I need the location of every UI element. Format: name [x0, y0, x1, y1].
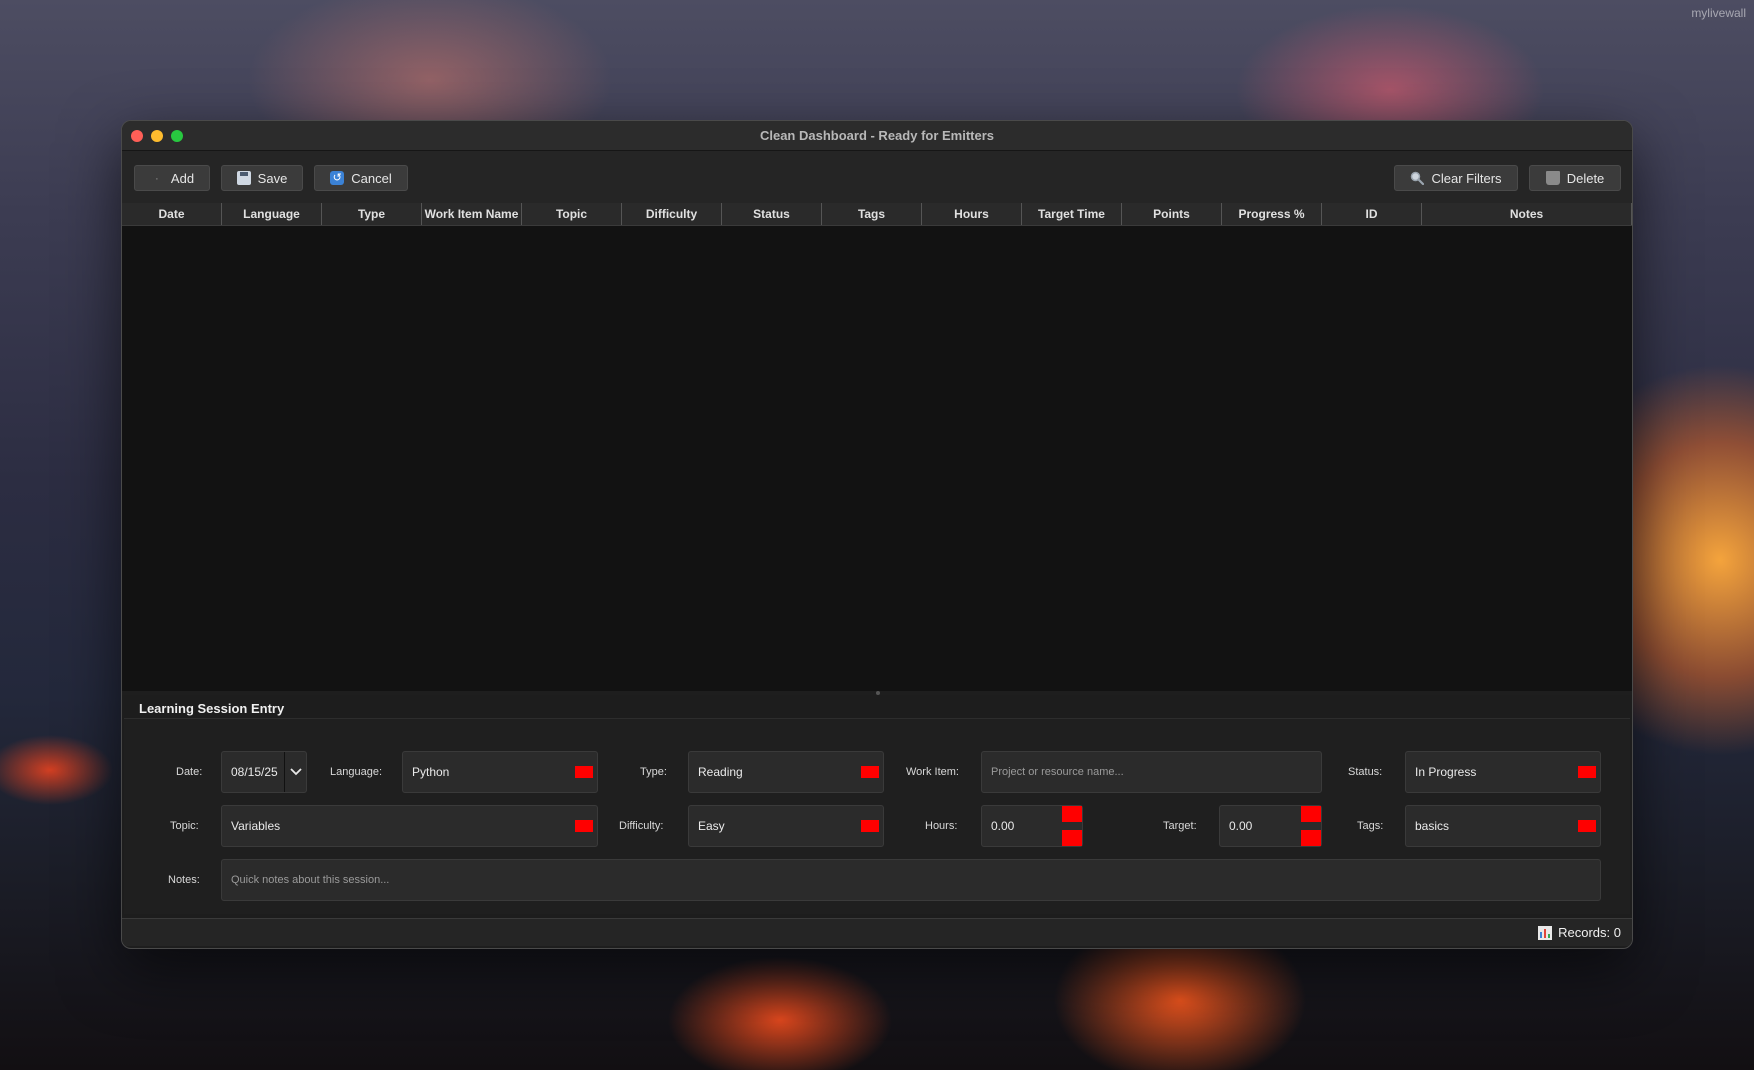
hours-decrement-button[interactable] — [1062, 830, 1082, 846]
records-count-text: Records: 0 — [1558, 925, 1621, 940]
notes-input[interactable]: Quick notes about this session... — [221, 859, 1601, 901]
notes-label: Notes: — [168, 874, 200, 886]
difficulty-dropdown-arrow[interactable] — [861, 820, 879, 832]
topic-label: Topic: — [170, 820, 199, 832]
target-value: 0.00 — [1229, 819, 1253, 833]
hours-label: Hours: — [925, 820, 958, 832]
entry-form-panel: Learning Session Entry Date: 08/15/25 La… — [122, 695, 1632, 918]
status-label: Status: — [1348, 766, 1383, 778]
status-dropdown-arrow[interactable] — [1578, 766, 1596, 778]
delete-button[interactable]: Delete — [1529, 165, 1621, 191]
add-button-label: Add — [170, 170, 195, 186]
toolbar: · Add Save ↺ Cancel Clear Filters Delete — [122, 151, 1632, 203]
target-spinbox[interactable]: 0.00 — [1219, 805, 1322, 847]
clear-filters-label: Clear Filters — [1431, 170, 1502, 186]
title-bar: Clean Dashboard - Ready for Emitters — [122, 121, 1632, 151]
type-label: Type: — [640, 766, 667, 778]
chevron-down-icon[interactable] — [284, 752, 306, 792]
tags-combo[interactable]: basics — [1405, 805, 1601, 847]
language-combo[interactable]: Python — [402, 751, 598, 793]
tags-label: Tags: — [1357, 820, 1384, 832]
tags-value: basics — [1415, 819, 1450, 833]
column-header-id[interactable]: ID — [1322, 203, 1422, 225]
topic-dropdown-arrow[interactable] — [575, 820, 593, 832]
trash-icon — [1545, 171, 1560, 185]
column-header-target-time[interactable]: Target Time — [1022, 203, 1122, 225]
type-dropdown-arrow[interactable] — [861, 766, 879, 778]
type-combo[interactable]: Reading — [688, 751, 884, 793]
records-table-body[interactable] — [122, 226, 1632, 691]
notes-placeholder: Quick notes about this session... — [231, 874, 390, 886]
cancel-button[interactable]: ↺ Cancel — [314, 165, 408, 191]
save-button[interactable]: Save — [221, 165, 303, 191]
column-header-points[interactable]: Points — [1122, 203, 1222, 225]
language-dropdown-arrow[interactable] — [575, 766, 593, 778]
add-icon: · — [154, 171, 159, 185]
topic-value: Variables — [231, 819, 281, 833]
difficulty-label: Difficulty: — [619, 820, 664, 832]
undo-icon: ↺ — [330, 171, 345, 185]
date-value: 08/15/25 — [231, 765, 278, 779]
status-combo[interactable]: In Progress — [1405, 751, 1601, 793]
desktop-watermark: mylivewall — [1691, 6, 1746, 20]
difficulty-value: Easy — [698, 819, 725, 833]
topic-combo[interactable]: Variables — [221, 805, 598, 847]
form-group-box: Date: 08/15/25 Language: Python Type: Re… — [124, 718, 1630, 914]
status-bar: Records: 0 — [122, 918, 1632, 946]
work-item-label: Work Item: — [906, 766, 959, 778]
clear-filters-button[interactable]: Clear Filters — [1394, 165, 1518, 191]
column-header-date[interactable]: Date — [122, 203, 222, 225]
column-header-hours[interactable]: Hours — [922, 203, 1022, 225]
status-value: In Progress — [1415, 765, 1477, 779]
work-item-input[interactable]: Project or resource name... — [981, 751, 1322, 793]
column-header-type[interactable]: Type — [322, 203, 422, 225]
column-header-difficulty[interactable]: Difficulty — [622, 203, 722, 225]
column-header-status[interactable]: Status — [722, 203, 822, 225]
date-label: Date: — [176, 766, 203, 778]
type-value: Reading — [698, 765, 743, 779]
column-header-progress[interactable]: Progress % — [1222, 203, 1322, 225]
target-decrement-button[interactable] — [1301, 830, 1321, 846]
window-title: Clean Dashboard - Ready for Emitters — [759, 128, 995, 143]
tags-dropdown-arrow[interactable] — [1578, 820, 1596, 832]
difficulty-combo[interactable]: Easy — [688, 805, 884, 847]
app-window: Clean Dashboard - Ready for Emitters · A… — [121, 120, 1633, 949]
hours-spinbox[interactable]: 0.00 — [981, 805, 1083, 847]
cancel-button-label: Cancel — [351, 170, 392, 186]
bar-chart-icon — [1538, 925, 1553, 940]
column-header-topic[interactable]: Topic — [522, 203, 622, 225]
table-header: Date Language Type Work Item Name Topic … — [122, 203, 1632, 226]
save-button-label: Save — [257, 170, 288, 186]
column-header-tags[interactable]: Tags — [822, 203, 922, 225]
column-header-language[interactable]: Language — [222, 203, 322, 225]
language-value: Python — [412, 765, 450, 779]
hours-value: 0.00 — [991, 819, 1015, 833]
form-group-title: Learning Session Entry — [139, 701, 285, 716]
delete-button-label: Delete — [1566, 170, 1605, 186]
column-header-notes[interactable]: Notes — [1422, 203, 1632, 225]
hours-increment-button[interactable] — [1062, 806, 1082, 822]
date-picker[interactable]: 08/15/25 — [221, 751, 307, 793]
column-header-work-item-name[interactable]: Work Item Name — [422, 203, 522, 225]
language-label: Language: — [330, 766, 382, 778]
target-label: Target: — [1163, 820, 1197, 832]
save-icon — [236, 171, 251, 185]
records-count: Records: 0 — [1538, 925, 1621, 940]
add-button[interactable]: · Add — [134, 165, 210, 191]
search-icon — [1410, 171, 1425, 186]
work-item-placeholder: Project or resource name... — [991, 766, 1124, 778]
target-increment-button[interactable] — [1301, 806, 1321, 822]
